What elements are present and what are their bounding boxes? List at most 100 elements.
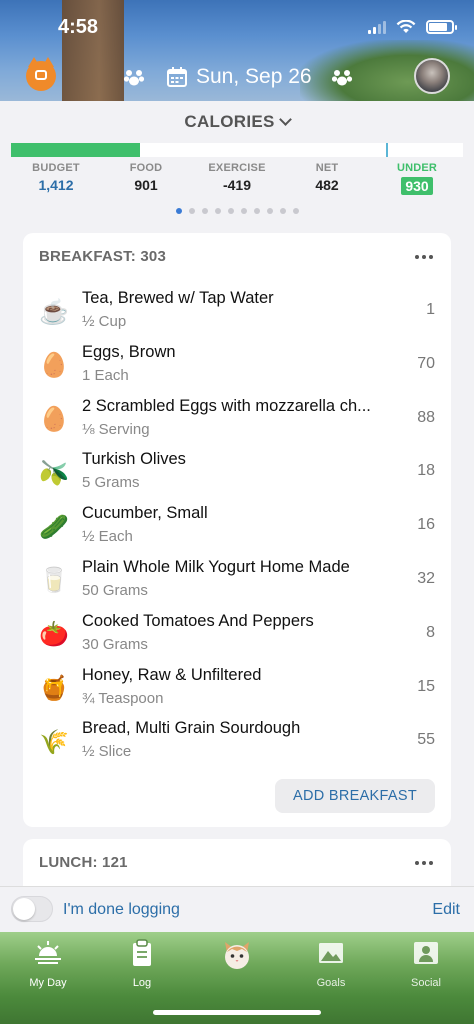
stat-value: -419	[222, 177, 252, 193]
egg-icon: 🥚	[39, 406, 69, 434]
clipboard-icon	[133, 939, 151, 966]
stat-under: UNDER 930	[389, 162, 445, 196]
food-row[interactable]: 🍯 Honey, Raw & Unfiltered ¾ Teaspoon 15	[23, 662, 451, 716]
food-calories: 70	[417, 354, 435, 372]
food-name: Cooked Tomatoes And Peppers	[82, 611, 314, 630]
food-portion: ½ Each	[82, 528, 133, 546]
page-dot[interactable]	[188, 208, 195, 214]
food-calories: 18	[417, 462, 435, 480]
page-dot[interactable]	[253, 208, 260, 214]
calories-title[interactable]: CALORIES	[184, 112, 274, 131]
page-dot[interactable]	[266, 208, 273, 214]
food-name: 2 Scrambled Eggs with mozzarella ch...	[82, 396, 371, 415]
calories-summary[interactable]: CALORIES BUDGET 1,412 FOOD 901 EXERCISE …	[0, 101, 474, 222]
food-calories: 55	[417, 731, 435, 749]
food-row[interactable]: 🥚 Eggs, Brown 1 Each 70	[23, 339, 451, 393]
breakfast-card: BREAKFAST: 303 ☕ Tea, Brewed w/ Tap Water…	[23, 233, 451, 827]
food-portion: ½ Cup	[82, 313, 127, 330]
more-options-icon[interactable]	[415, 861, 433, 865]
food-portion: 5 Grams	[82, 474, 140, 492]
food-name: Bread, Multi Grain Sourdough	[82, 719, 301, 738]
meal-title[interactable]: BREAKFAST: 303	[39, 248, 166, 265]
tab-pet[interactable]	[197, 938, 277, 981]
home-indicator[interactable]	[153, 1010, 321, 1015]
meal-title[interactable]: LUNCH: 121	[39, 854, 128, 871]
food-name: Cucumber, Small	[82, 504, 208, 523]
add-breakfast-button[interactable]: ADD BREAKFAST	[275, 779, 435, 813]
tab-goals[interactable]: Goals	[291, 938, 371, 989]
food-row[interactable]: 🍅 Cooked Tomatoes And Peppers 30 Grams 8	[23, 608, 451, 662]
food-portion: 30 Grams	[82, 635, 148, 653]
pet-menu-icon[interactable]	[26, 57, 56, 91]
food-calories: 1	[426, 301, 435, 318]
food-row[interactable]: ☕ Tea, Brewed w/ Tap Water ½ Cup 1	[23, 285, 451, 339]
tab-log[interactable]: Log	[102, 938, 182, 989]
food-name: Honey, Raw & Unfiltered	[82, 665, 262, 684]
mountain-icon	[319, 943, 343, 963]
calories-dropdown[interactable]: CALORIES	[0, 112, 474, 132]
food-portion: 1 Each	[82, 366, 129, 384]
stat-value: 1,412	[38, 177, 74, 193]
page-dot[interactable]	[201, 208, 208, 214]
food-name: Plain Whole Milk Yogurt Home Made	[82, 557, 350, 576]
grain-icon: 🌾	[39, 728, 69, 756]
food-calories: 8	[426, 623, 435, 641]
avatar[interactable]	[414, 58, 450, 94]
yogurt-icon: 🥛	[39, 567, 69, 595]
food-row[interactable]: 🫒 Turkish Olives 5 Grams 18	[23, 446, 451, 500]
edit-button[interactable]: Edit	[432, 901, 460, 919]
cat-face-icon	[225, 942, 249, 969]
food-portion: ⅛ Serving	[82, 420, 150, 438]
date-selector[interactable]: Sun, Sep 26	[122, 63, 354, 91]
food-calories: 15	[417, 677, 435, 695]
paw-left-icon[interactable]	[122, 65, 146, 89]
food-name: Turkish Olives	[82, 450, 186, 469]
status-time: 4:58	[58, 16, 99, 38]
page-dot[interactable]	[227, 208, 234, 214]
food-list: ☕ Tea, Brewed w/ Tap Water ½ Cup 1 🥚 Eggs, Br…	[23, 285, 451, 769]
food-portion: ½ Slice	[82, 743, 132, 761]
paw-right-icon[interactable]	[330, 65, 354, 89]
stat-value: 482	[315, 177, 339, 193]
tomato-icon: 🍅	[39, 621, 69, 649]
food-calories: 88	[417, 408, 435, 426]
food-row[interactable]: 🥒 Cucumber, Small ½ Each 16	[23, 500, 451, 554]
more-options-icon[interactable]	[415, 255, 433, 259]
stat-exercise: EXERCISE -419	[204, 162, 270, 193]
page-dot[interactable]	[279, 208, 286, 214]
food-name: Eggs, Brown	[82, 342, 176, 361]
battery-icon	[426, 20, 457, 34]
calendar-icon[interactable]	[166, 66, 188, 88]
page-dot[interactable]	[214, 208, 221, 214]
food-calories: 32	[417, 569, 435, 587]
done-logging-toggle[interactable]	[11, 896, 53, 922]
current-date[interactable]: Sun, Sep 26	[196, 65, 312, 89]
chevron-down-icon[interactable]	[278, 113, 292, 126]
page-dot[interactable]	[175, 208, 182, 214]
food-row[interactable]: 🥛 Plain Whole Milk Yogurt Home Made 50 Gra…	[23, 554, 451, 608]
page-dot[interactable]	[240, 208, 247, 214]
cellular-signal-icon	[368, 20, 386, 34]
stat-label: BUDGET	[32, 162, 80, 174]
calorie-progress-bar	[11, 143, 463, 157]
stat-label: NET	[315, 162, 339, 174]
tab-label: My Day	[29, 977, 67, 989]
page-dot[interactable]	[292, 208, 299, 214]
tab-label: Goals	[316, 977, 346, 989]
wifi-icon	[396, 20, 416, 33]
progress-fill	[11, 143, 140, 157]
egg-icon: 🥚	[39, 352, 69, 380]
food-row[interactable]: 🌾 Bread, Multi Grain Sourdough ½ Slice 55	[23, 715, 451, 769]
tab-my-day[interactable]: My Day	[8, 938, 88, 989]
olive-icon: 🫒	[39, 459, 69, 487]
stat-net: NET 482	[299, 162, 355, 193]
tab-social[interactable]: Social	[386, 938, 466, 989]
food-row[interactable]: 🥚 2 Scrambled Eggs with mozzarella ch... ⅛…	[23, 393, 451, 447]
food-portion: ¾ Teaspoon	[82, 689, 164, 707]
done-logging-label: I'm done logging	[63, 901, 180, 918]
stat-label: FOOD	[129, 162, 163, 174]
page-indicator[interactable]	[0, 208, 474, 214]
food-portion: 50 Grams	[82, 581, 148, 599]
honey-icon: 🍯	[39, 675, 69, 703]
done-logging-bar: I'm done logging Edit	[0, 886, 474, 932]
